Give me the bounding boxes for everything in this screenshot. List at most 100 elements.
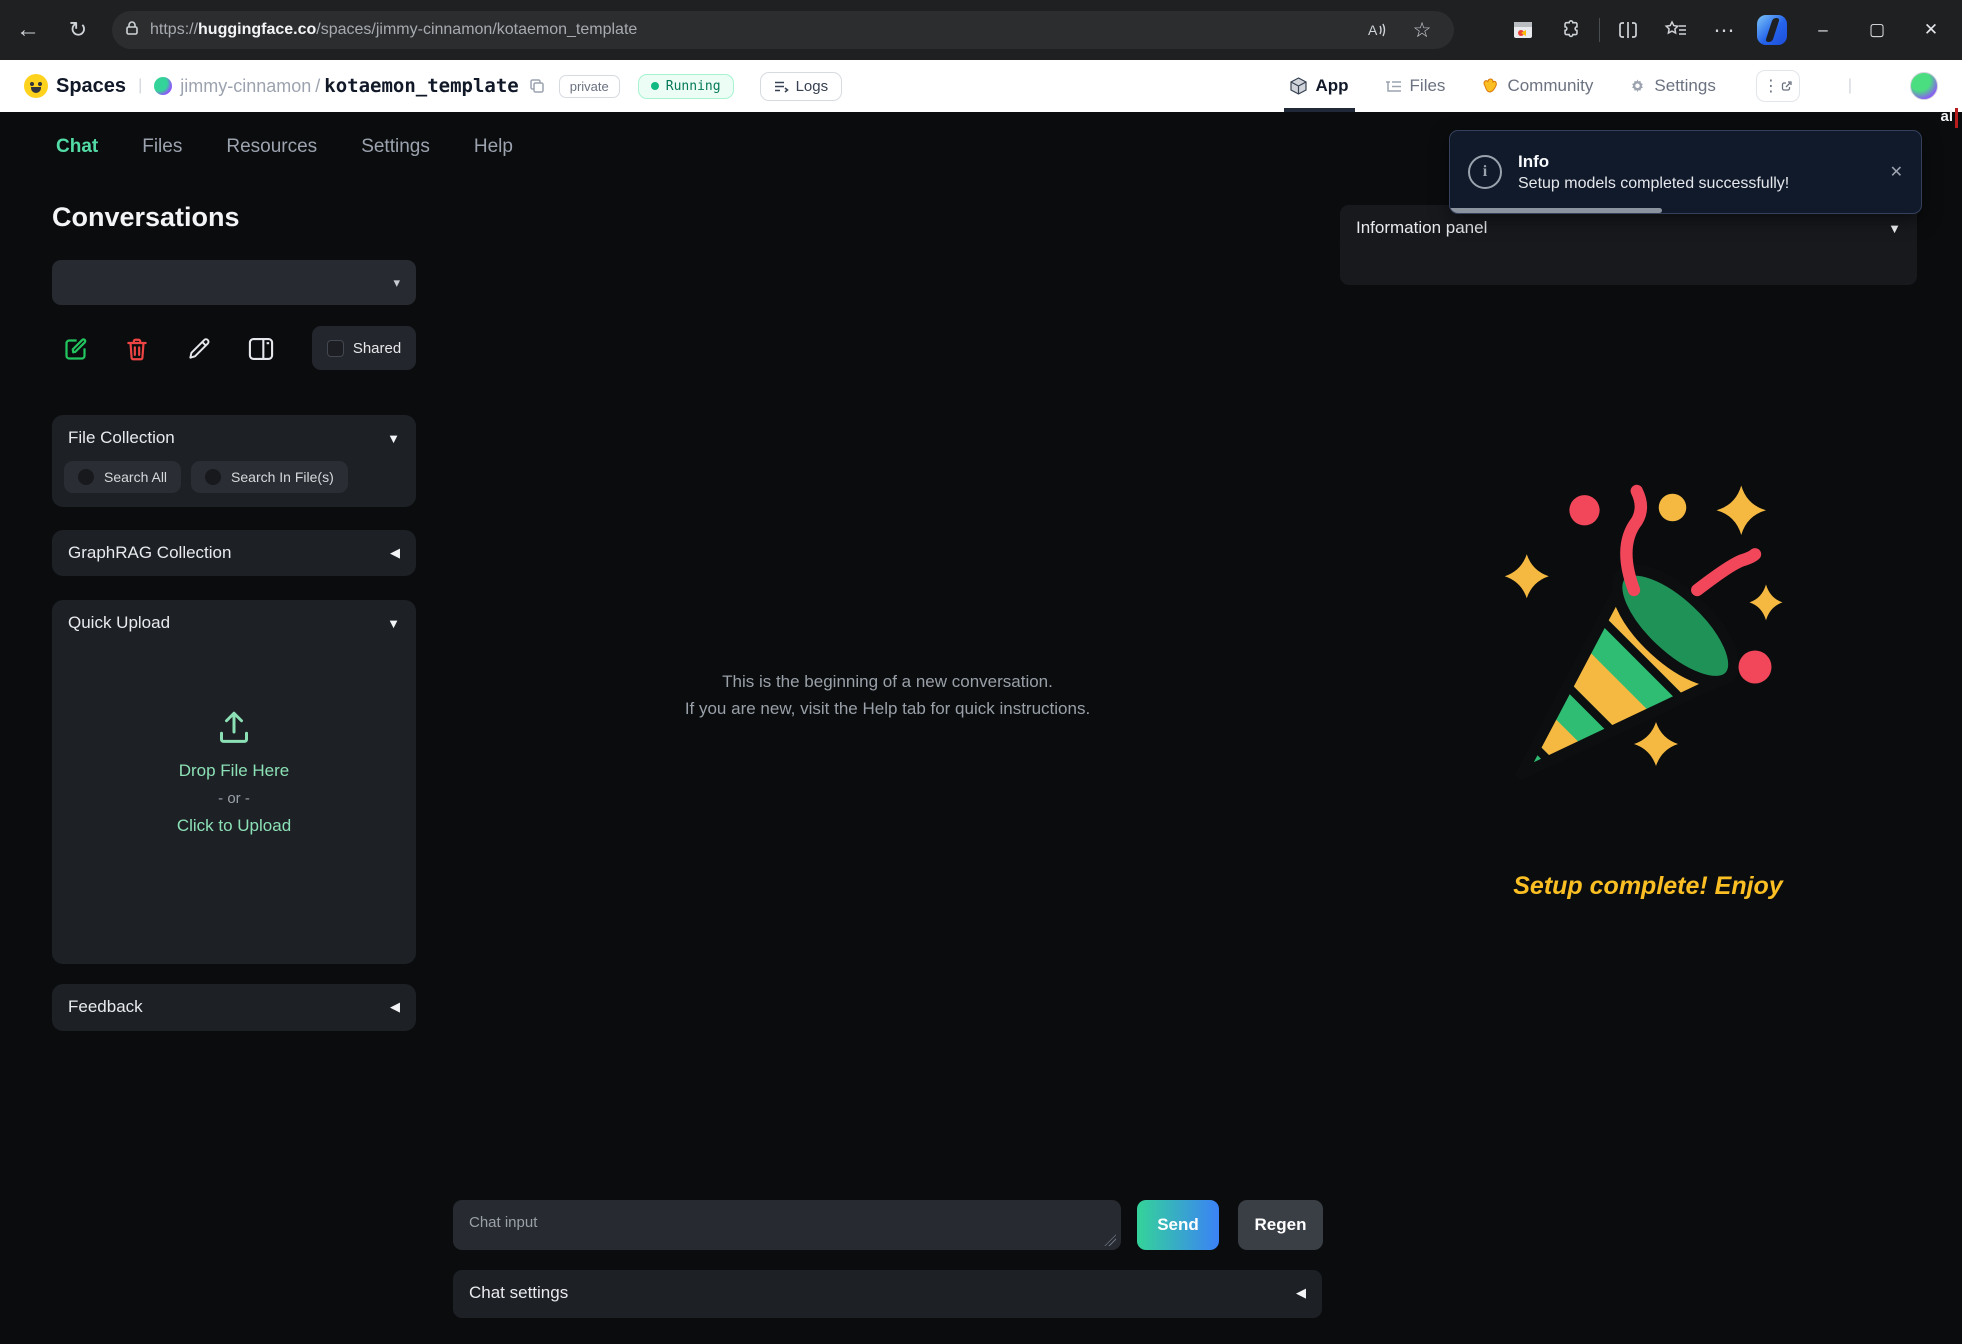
lock-icon [124,20,140,41]
toolbar-divider [1599,18,1600,42]
quick-upload-header[interactable]: Quick Upload ▼ [52,600,416,646]
radio-icon [78,469,94,485]
party-popper-illustration [1480,480,1810,810]
info-toast: i Info Setup models completed successful… [1449,130,1922,214]
conversations-title: Conversations [52,202,240,233]
conversation-select[interactable]: ▾ [52,260,416,305]
toast-close-icon[interactable]: ✕ [1890,162,1903,182]
running-dot-icon [651,82,659,90]
header-separator: | [138,77,142,95]
info-icon: i [1468,155,1502,189]
graphrag-header[interactable]: GraphRAG Collection ◀ [52,530,416,576]
accordion-closed-icon: ◀ [390,999,400,1015]
chat-settings-header[interactable]: Chat settings ◀ [453,1270,1322,1316]
toast-progress-bar [1450,208,1662,213]
svg-text:A: A [1368,22,1378,38]
spaces-brand[interactable]: Spaces [56,75,126,98]
hf-tab-settings[interactable]: Settings [1629,60,1715,112]
read-aloud-icon[interactable]: A [1356,10,1396,50]
extensions-icon[interactable] [1551,10,1591,50]
chat-input[interactable] [453,1200,1121,1250]
clipped-text-fragment: al [1940,108,1958,128]
file-drop-zone[interactable]: Drop File Here - or - Click to Upload [52,708,416,836]
copy-icon[interactable] [529,78,545,94]
community-hand-icon [1481,77,1499,95]
accordion-open-icon: ▼ [1888,221,1901,236]
favorite-star-icon[interactable]: ☆ [1402,10,1442,50]
back-icon[interactable]: ← [8,10,48,50]
gear-icon [1629,78,1646,95]
hf-header: Spaces | jimmy-cinnamon / kotaemon_templ… [0,60,1962,112]
chevron-down-icon: ▾ [393,275,400,291]
refresh-icon[interactable]: ↻ [58,10,98,50]
header-separator: | [1848,77,1852,95]
close-icon[interactable]: ✕ [1908,7,1954,53]
feedback-panel: Feedback ◀ [52,984,416,1031]
repo-link[interactable]: kotaemon_template [324,75,518,97]
cube-icon [1290,77,1307,95]
split-screen-icon[interactable] [1608,10,1648,50]
copilot-icon[interactable] [1752,10,1792,50]
file-collection-panel: File Collection ▼ Search All Search In F… [52,415,416,507]
compose-icon [62,336,89,363]
accordion-open-icon: ▼ [387,616,400,631]
tab-help[interactable]: Help [474,136,513,164]
regen-button[interactable]: Regen [1238,1200,1323,1250]
radio-search-in-files[interactable]: Search In File(s) [191,461,348,493]
logs-button[interactable]: Logs [760,72,843,101]
tab-chat[interactable]: Chat [56,136,98,164]
settings-more-icon[interactable]: ⋯ [1704,10,1744,50]
user-avatar[interactable] [1910,72,1938,100]
or-label: - or - [52,790,416,807]
tab-files[interactable]: Files [142,136,182,164]
chat-settings-panel: Chat settings ◀ [453,1270,1322,1318]
graphrag-panel: GraphRAG Collection ◀ [52,530,416,576]
hf-tab-community[interactable]: Community [1481,60,1593,112]
running-badge[interactable]: Running [638,74,734,99]
owner-avatar[interactable] [154,77,172,95]
new-conversation-button[interactable] [44,327,106,371]
drop-file-label: Drop File Here [52,761,416,781]
hf-tab-app[interactable]: App [1290,60,1348,112]
click-to-upload-link[interactable]: Click to Upload [52,816,416,836]
accordion-open-icon: ▼ [387,431,400,446]
collections-icon[interactable] [1503,10,1543,50]
url-text: https://huggingface.co/spaces/jimmy-cinn… [150,21,637,39]
rename-conversation-button[interactable] [168,327,230,371]
hf-tab-files[interactable]: Files [1385,60,1446,112]
checkbox-icon [327,340,344,357]
quick-upload-panel: Quick Upload ▼ Drop File Here - or - Cli… [52,600,416,964]
tab-settings[interactable]: Settings [361,136,430,164]
pencil-icon [186,336,212,362]
screen: ← ↻ https://huggingface.co/spaces/jimmy-… [0,0,1962,1344]
address-bar[interactable]: https://huggingface.co/spaces/jimmy-cinn… [112,11,1454,49]
owner-link[interactable]: jimmy-cinnamon [180,76,311,97]
empty-conversation-message: This is the beginning of a new conversat… [453,668,1322,722]
radio-search-all[interactable]: Search All [64,461,181,493]
path-slash: / [315,76,320,97]
file-collection-header[interactable]: File Collection ▼ [52,415,416,461]
setup-complete-message: Setup complete! Enjoy [1388,872,1908,901]
upload-icon [214,708,254,746]
radio-icon [205,469,221,485]
kotaemon-app: Chat Files Resources Settings Help Conve… [0,112,1962,1344]
delete-conversation-button[interactable] [106,327,168,371]
link-icon [1781,80,1793,92]
send-button[interactable]: Send [1137,1200,1219,1250]
maximize-icon[interactable]: ▢ [1854,7,1900,53]
minimize-icon[interactable]: – [1800,7,1846,53]
accordion-closed-icon: ◀ [1296,1285,1306,1301]
shared-checkbox[interactable]: Shared [312,326,416,370]
tab-resources[interactable]: Resources [226,136,317,164]
huggingface-logo-icon[interactable] [24,74,48,98]
logs-icon [774,80,789,93]
side-panel-icon [247,336,275,362]
files-tree-icon [1385,79,1402,94]
trash-icon [124,336,150,363]
toast-message: Setup models completed successfully! [1518,175,1789,193]
favorites-list-icon[interactable] [1656,10,1696,50]
feedback-header[interactable]: Feedback ◀ [52,984,416,1030]
more-options-button[interactable]: ⋮ [1756,70,1800,102]
information-panel: Information panel ▼ [1340,205,1917,285]
toggle-panel-button[interactable] [230,327,292,371]
